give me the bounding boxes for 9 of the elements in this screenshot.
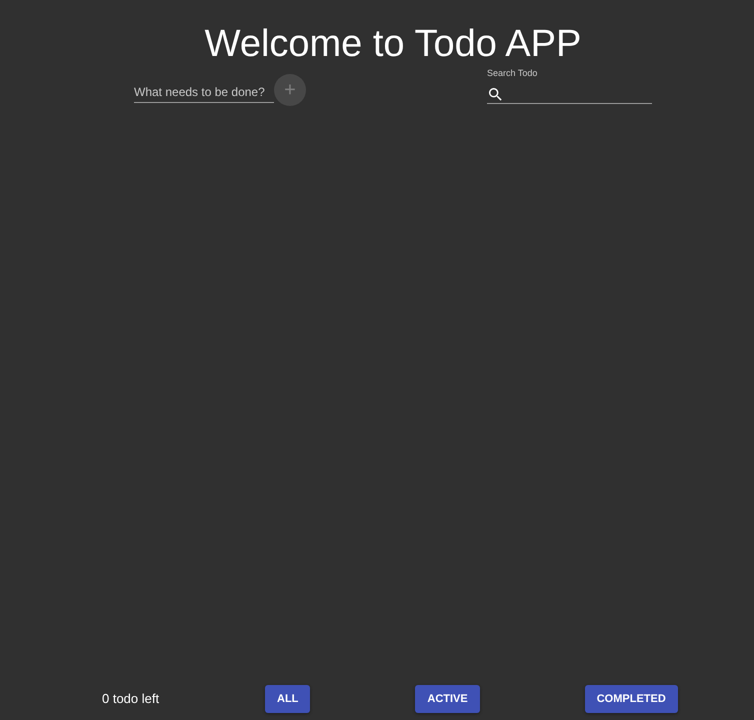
search-field[interactable] xyxy=(487,85,652,104)
filter-button[interactable]: ACTIVE xyxy=(415,685,480,713)
app-title: Welcome to Todo APP xyxy=(204,23,582,65)
search-label: Search Todo xyxy=(487,67,538,79)
new-todo-field[interactable]: What needs to be done? xyxy=(134,81,274,103)
filter-button[interactable]: COMPLETED xyxy=(584,685,678,713)
todo-count: 0 todo left xyxy=(102,691,160,707)
search-icon xyxy=(489,88,502,100)
filter-button[interactable]: ALL xyxy=(265,685,310,713)
